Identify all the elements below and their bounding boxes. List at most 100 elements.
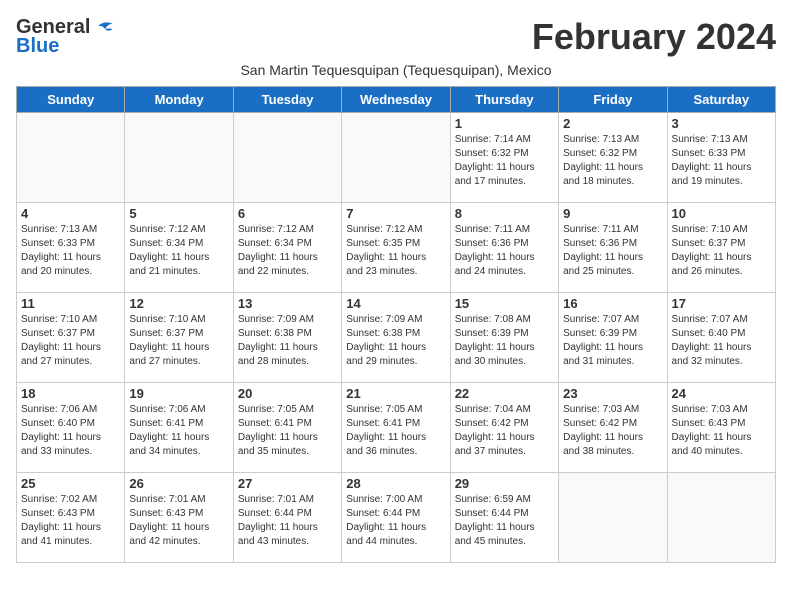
- calendar-cell: [125, 113, 233, 203]
- calendar-cell: 6 Sunrise: 7:12 AMSunset: 6:34 PMDaylight…: [233, 203, 341, 293]
- day-header-thursday: Thursday: [450, 87, 558, 113]
- calendar-cell: 8Sunrise: 7:11 AMSunset: 6:36 PMDaylight…: [450, 203, 558, 293]
- day-number: 20: [238, 386, 337, 401]
- day-header-saturday: Saturday: [667, 87, 775, 113]
- day-number: 10: [672, 206, 771, 221]
- cell-daylight-info: Sunrise: 7:05 AMSunset: 6:41 PMDaylight:…: [238, 403, 337, 459]
- calendar-cell: 24Sunrise: 7:03 AMSunset: 6:43 PMDayligh…: [667, 383, 775, 473]
- cell-daylight-info: Sunrise: 7:12 AMSunset: 6:34 PMDaylight:…: [238, 223, 337, 279]
- logo-blue: Blue: [16, 35, 59, 58]
- day-number: 5: [129, 206, 228, 221]
- calendar-cell: [342, 113, 450, 203]
- calendar-cell: 17 Sunrise: 7:07 AMSunset: 6:40 PMDayligh…: [667, 293, 775, 383]
- day-number: 29: [455, 476, 554, 491]
- day-number: 14: [346, 296, 445, 311]
- calendar-cell: 28 Sunrise: 7:00 AMSunset: 6:44 PMDayligh…: [342, 473, 450, 563]
- cell-daylight-info: Sunrise: 7:10 AMSunset: 6:37 PMDaylight:…: [21, 313, 120, 369]
- cell-daylight-info: Sunrise: 6:59 AMSunset: 6:44 PMDaylight:…: [455, 493, 554, 549]
- cell-daylight-info: Sunrise: 7:10 AMSunset: 6:37 PMDaylight:…: [672, 223, 771, 279]
- cell-daylight-info: Sunrise: 7:02 AMSunset: 6:43 PMDaylight:…: [21, 493, 120, 549]
- day-number: 12: [129, 296, 228, 311]
- week-row-5: 25 Sunrise: 7:02 AMSunset: 6:43 PMDayligh…: [17, 473, 776, 563]
- calendar-cell: 7 Sunrise: 7:12 AMSunset: 6:35 PMDaylight…: [342, 203, 450, 293]
- cell-daylight-info: Sunrise: 7:07 AMSunset: 6:39 PMDaylight:…: [563, 313, 662, 369]
- day-header-monday: Monday: [125, 87, 233, 113]
- day-number: 28: [346, 476, 445, 491]
- day-number: 26: [129, 476, 228, 491]
- cell-daylight-info: Sunrise: 7:13 AMSunset: 6:32 PMDaylight:…: [563, 133, 662, 189]
- calendar-cell: 11 Sunrise: 7:10 AMSunset: 6:37 PMDayligh…: [17, 293, 125, 383]
- day-number: 15: [455, 296, 554, 311]
- cell-daylight-info: Sunrise: 7:07 AMSunset: 6:40 PMDaylight:…: [672, 313, 771, 369]
- calendar-cell: 9 Sunrise: 7:11 AMSunset: 6:36 PMDaylight…: [559, 203, 667, 293]
- day-number: 3: [672, 116, 771, 131]
- week-row-1: 1 Sunrise: 7:14 AMSunset: 6:32 PMDaylight…: [17, 113, 776, 203]
- cell-daylight-info: Sunrise: 7:04 AMSunset: 6:42 PMDaylight:…: [455, 403, 554, 459]
- logo: General Blue: [16, 16, 114, 58]
- calendar-cell: [233, 113, 341, 203]
- day-header-tuesday: Tuesday: [233, 87, 341, 113]
- calendar-subtitle: San Martin Tequesquipan (Tequesquipan), …: [16, 62, 776, 78]
- day-number: 9: [563, 206, 662, 221]
- calendar-cell: 4 Sunrise: 7:13 AMSunset: 6:33 PMDaylight…: [17, 203, 125, 293]
- cell-daylight-info: Sunrise: 7:06 AMSunset: 6:41 PMDaylight:…: [129, 403, 228, 459]
- cell-daylight-info: Sunrise: 7:13 AMSunset: 6:33 PMDaylight:…: [672, 133, 771, 189]
- calendar-cell: 20 Sunrise: 7:05 AMSunset: 6:41 PMDayligh…: [233, 383, 341, 473]
- day-number: 11: [21, 296, 120, 311]
- calendar-cell: [17, 113, 125, 203]
- cell-daylight-info: Sunrise: 7:13 AMSunset: 6:33 PMDaylight:…: [21, 223, 120, 279]
- day-number: 1: [455, 116, 554, 131]
- cell-daylight-info: Sunrise: 7:14 AMSunset: 6:32 PMDaylight:…: [455, 133, 554, 189]
- day-number: 6: [238, 206, 337, 221]
- day-number: 18: [21, 386, 120, 401]
- day-number: 17: [672, 296, 771, 311]
- cell-daylight-info: Sunrise: 7:01 AMSunset: 6:44 PMDaylight:…: [238, 493, 337, 549]
- calendar-cell: 29 Sunrise: 6:59 AMSunset: 6:44 PMDayligh…: [450, 473, 558, 563]
- day-number: 16: [563, 296, 662, 311]
- calendar-cell: 13Sunrise: 7:09 AMSunset: 6:38 PMDayligh…: [233, 293, 341, 383]
- day-number: 21: [346, 386, 445, 401]
- day-header-wednesday: Wednesday: [342, 87, 450, 113]
- calendar-cell: 2Sunrise: 7:13 AMSunset: 6:32 PMDaylight…: [559, 113, 667, 203]
- calendar-cell: 3 Sunrise: 7:13 AMSunset: 6:33 PMDaylight…: [667, 113, 775, 203]
- day-header-sunday: Sunday: [17, 87, 125, 113]
- logo-bird-icon: [92, 18, 114, 36]
- calendar-cell: 27 Sunrise: 7:01 AMSunset: 6:44 PMDayligh…: [233, 473, 341, 563]
- cell-daylight-info: Sunrise: 7:06 AMSunset: 6:40 PMDaylight:…: [21, 403, 120, 459]
- calendar-cell: 22 Sunrise: 7:04 AMSunset: 6:42 PMDayligh…: [450, 383, 558, 473]
- day-number: 27: [238, 476, 337, 491]
- calendar-cell: 5 Sunrise: 7:12 AMSunset: 6:34 PMDaylight…: [125, 203, 233, 293]
- calendar-cell: 15 Sunrise: 7:08 AMSunset: 6:39 PMDayligh…: [450, 293, 558, 383]
- day-number: 13: [238, 296, 337, 311]
- day-number: 22: [455, 386, 554, 401]
- calendar-cell: 18 Sunrise: 7:06 AMSunset: 6:40 PMDayligh…: [17, 383, 125, 473]
- cell-daylight-info: Sunrise: 7:11 AMSunset: 6:36 PMDaylight:…: [563, 223, 662, 279]
- calendar-cell: 1 Sunrise: 7:14 AMSunset: 6:32 PMDaylight…: [450, 113, 558, 203]
- calendar-cell: 19 Sunrise: 7:06 AMSunset: 6:41 PMDayligh…: [125, 383, 233, 473]
- month-title: February 2024: [532, 16, 776, 58]
- calendar-cell: 23 Sunrise: 7:03 AMSunset: 6:42 PMDayligh…: [559, 383, 667, 473]
- cell-daylight-info: Sunrise: 7:05 AMSunset: 6:41 PMDaylight:…: [346, 403, 445, 459]
- calendar-cell: 26 Sunrise: 7:01 AMSunset: 6:43 PMDayligh…: [125, 473, 233, 563]
- calendar-cell: 25 Sunrise: 7:02 AMSunset: 6:43 PMDayligh…: [17, 473, 125, 563]
- day-header-friday: Friday: [559, 87, 667, 113]
- cell-daylight-info: Sunrise: 7:08 AMSunset: 6:39 PMDaylight:…: [455, 313, 554, 369]
- day-number: 25: [21, 476, 120, 491]
- cell-daylight-info: Sunrise: 7:10 AMSunset: 6:37 PMDaylight:…: [129, 313, 228, 369]
- day-number: 7: [346, 206, 445, 221]
- calendar-cell: 14 Sunrise: 7:09 AMSunset: 6:38 PMDayligh…: [342, 293, 450, 383]
- calendar-cell: 10 Sunrise: 7:10 AMSunset: 6:37 PMDayligh…: [667, 203, 775, 293]
- cell-daylight-info: Sunrise: 7:09 AMSunset: 6:38 PMDaylight:…: [346, 313, 445, 369]
- cell-daylight-info: Sunrise: 7:12 AMSunset: 6:34 PMDaylight:…: [129, 223, 228, 279]
- week-row-4: 18 Sunrise: 7:06 AMSunset: 6:40 PMDayligh…: [17, 383, 776, 473]
- cell-daylight-info: Sunrise: 7:12 AMSunset: 6:35 PMDaylight:…: [346, 223, 445, 279]
- calendar-cell: 12 Sunrise: 7:10 AMSunset: 6:37 PMDayligh…: [125, 293, 233, 383]
- cell-daylight-info: Sunrise: 7:03 AMSunset: 6:42 PMDaylight:…: [563, 403, 662, 459]
- cell-daylight-info: Sunrise: 7:01 AMSunset: 6:43 PMDaylight:…: [129, 493, 228, 549]
- cell-daylight-info: Sunrise: 7:00 AMSunset: 6:44 PMDaylight:…: [346, 493, 445, 549]
- day-number: 23: [563, 386, 662, 401]
- week-row-2: 4 Sunrise: 7:13 AMSunset: 6:33 PMDaylight…: [17, 203, 776, 293]
- day-number: 4: [21, 206, 120, 221]
- day-number: 24: [672, 386, 771, 401]
- day-number: 19: [129, 386, 228, 401]
